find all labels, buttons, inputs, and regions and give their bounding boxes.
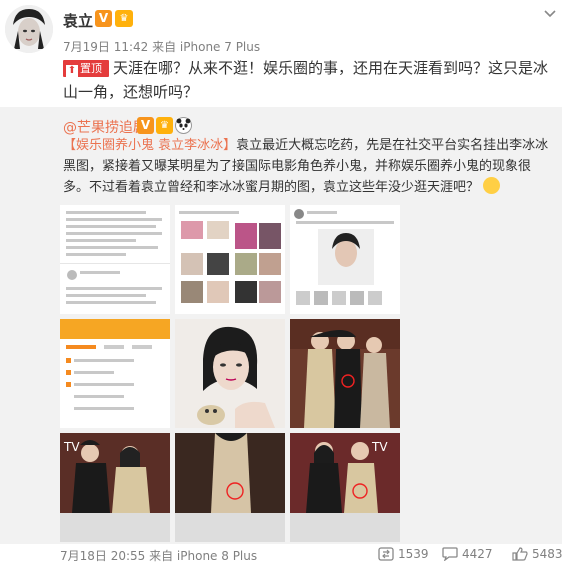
- pin-arrow-icon: ⬆: [66, 65, 78, 77]
- comment-icon: [442, 547, 458, 561]
- repost-footer: 7月18日 20:55 来自 iPhone 8 Plus 1539 4427 5…: [60, 547, 562, 565]
- member-crown-icon: ♛: [156, 117, 173, 134]
- chevron-down-icon[interactable]: [544, 8, 556, 20]
- weibo-post: 袁立 V ♛ 7月19日 11:42 来自 iPhone 7 Plus ⬆ 置顶天…: [0, 0, 562, 565]
- repost-card[interactable]: @芒果捞追剧 V ♛ 【娱乐圈养小鬼 袁立李冰冰】袁立最近大概忘吃药，先是在社交…: [0, 107, 562, 563]
- image-thumbnail-8[interactable]: [175, 433, 285, 542]
- svg-text:TV: TV: [371, 440, 388, 454]
- post-text: 天涯在哪？从来不逛！娱乐圈的事，还用在天涯看到吗？这只是冰山一角，还想听吗？: [63, 59, 549, 101]
- image-thumbnail-6[interactable]: [290, 319, 400, 428]
- like-count: 5483: [532, 547, 562, 561]
- repost-count: 1539: [398, 547, 429, 561]
- username[interactable]: 袁立: [63, 10, 93, 31]
- repost-timestamp[interactable]: 7月18日 20:55 来自 iPhone 8 Plus: [60, 547, 257, 564]
- repost-icon: [378, 547, 394, 561]
- image-thumbnail-3[interactable]: [290, 205, 400, 314]
- pinned-badge: ⬆ 置顶: [63, 60, 109, 77]
- repost-text: 【娱乐圈养小鬼 袁立李冰冰】袁立最近大概忘吃药，先是在社交平台实名挂出李冰冰黑图…: [63, 135, 555, 198]
- image-thumbnail-4[interactable]: [60, 319, 170, 428]
- repost-button[interactable]: 1539: [378, 547, 429, 561]
- member-crown-icon: ♛: [115, 10, 133, 27]
- panda-icon: [175, 117, 192, 134]
- svg-text:TV: TV: [63, 440, 80, 454]
- pinned-label: 置顶: [80, 62, 102, 75]
- repost-author[interactable]: @芒果捞追剧: [63, 117, 147, 137]
- like-button[interactable]: 5483: [512, 547, 562, 561]
- image-thumbnail-2[interactable]: [175, 205, 285, 314]
- comment-count: 4427: [462, 547, 493, 561]
- hashtag-link[interactable]: 【娱乐圈养小鬼 袁立李冰冰】: [63, 138, 236, 153]
- verified-icon: V: [95, 10, 112, 27]
- verified-icon: V: [137, 117, 154, 134]
- avatar[interactable]: [5, 5, 53, 53]
- image-grid: TV TV: [60, 205, 400, 542]
- image-thumbnail-7[interactable]: TV: [60, 433, 170, 542]
- image-thumbnail-9[interactable]: TV: [290, 433, 400, 542]
- comment-button[interactable]: 4427: [442, 547, 493, 561]
- thumbs-up-icon: [512, 547, 528, 561]
- image-thumbnail-1[interactable]: [60, 205, 170, 314]
- post-content: ⬆ 置顶 天涯在哪？从来不逛！娱乐圈的事，还用在天涯看到吗？这只是冰山一角，还想听吗…: [63, 56, 553, 104]
- smirk-emoji-icon: [483, 177, 501, 194]
- post-timestamp[interactable]: 7月19日 11:42 来自 iPhone 7 Plus: [63, 38, 260, 55]
- image-thumbnail-5[interactable]: [175, 319, 285, 428]
